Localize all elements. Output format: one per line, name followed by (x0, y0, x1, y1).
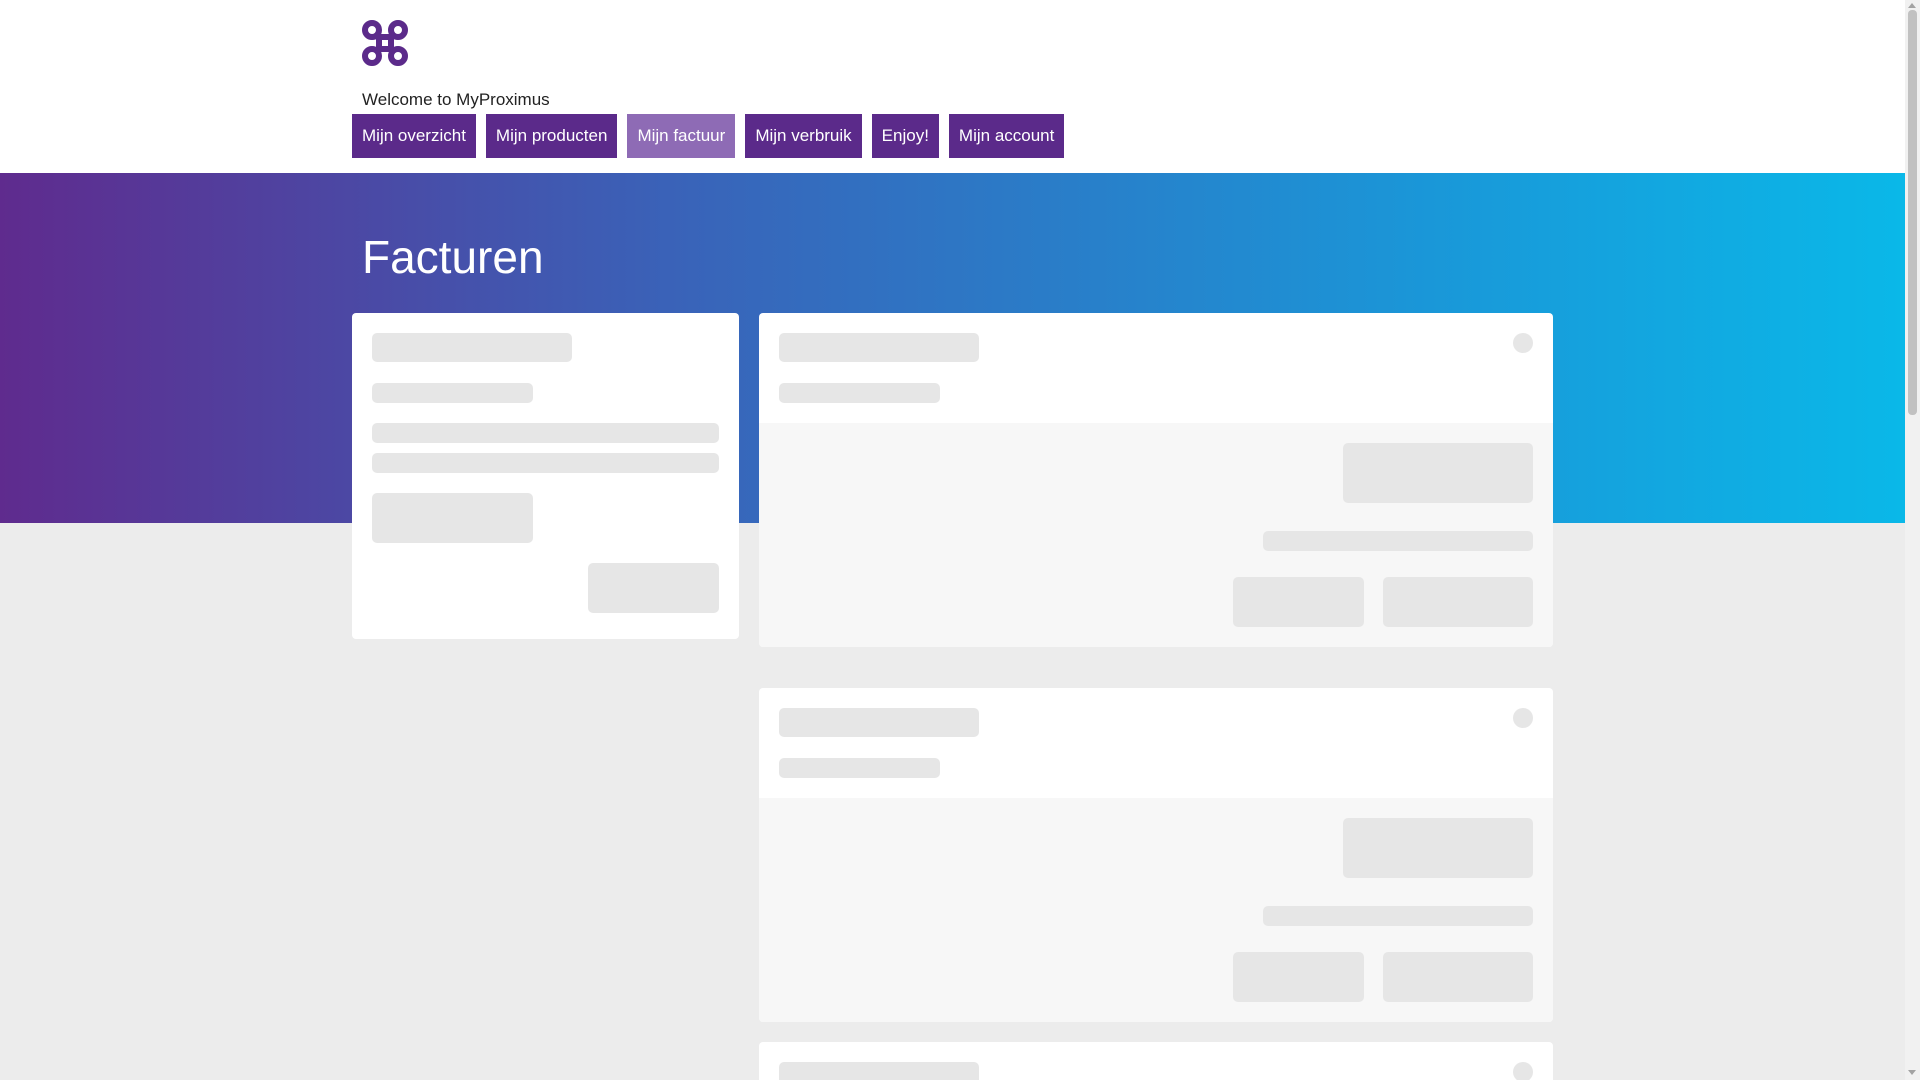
main-nav: Mijn overzicht Mijn producten Mijn factu… (352, 114, 1065, 158)
skeleton-button (1383, 952, 1533, 1002)
invoice-card-skeleton (759, 688, 1553, 1022)
skeleton-amount (1343, 818, 1533, 878)
status-dot (1513, 708, 1533, 728)
skeleton-line (1263, 906, 1533, 926)
nav-item-mijn-overzicht[interactable]: Mijn overzicht (352, 114, 476, 158)
skeleton-subtitle (779, 758, 940, 778)
page-title: Facturen (362, 231, 544, 283)
page: Welcome to MyProximus Mijn overzicht Mij… (0, 0, 1905, 1080)
nav-item-mijn-factuur[interactable]: Mijn factuur (627, 114, 736, 158)
skeleton-button (1233, 952, 1364, 1002)
status-dot (1513, 333, 1533, 353)
scrollbar-thumb[interactable] (1908, 10, 1917, 415)
invoice-card-skeleton (759, 1042, 1553, 1080)
skeleton-line (1263, 531, 1533, 551)
scroll-down-arrow-icon[interactable] (1908, 1070, 1916, 1075)
nav-item-mijn-producten[interactable]: Mijn producten (485, 114, 618, 158)
skeleton-subtitle (779, 383, 940, 403)
nav-item-mijn-verbruik[interactable]: Mijn verbruik (745, 114, 862, 158)
skeleton-title (372, 333, 572, 362)
scroll-up-arrow-icon[interactable] (1908, 3, 1916, 8)
invoice-card-footer (759, 423, 1553, 647)
skeleton-title (779, 1062, 979, 1080)
proximus-logo-icon[interactable] (361, 19, 409, 67)
skeleton-amount (372, 493, 533, 543)
vertical-scrollbar[interactable] (1905, 0, 1920, 1080)
skeleton-line (372, 453, 719, 473)
skeleton-title (779, 708, 979, 737)
skeleton-amount (1343, 443, 1533, 503)
skeleton-title (779, 333, 979, 362)
welcome-text: Welcome to MyProximus (362, 90, 550, 109)
nav-item-enjoy[interactable]: Enjoy! (871, 114, 939, 158)
skeleton-line (372, 423, 719, 443)
invoice-card-skeleton (759, 313, 1553, 647)
status-dot (1513, 1062, 1533, 1080)
skeleton-button (1233, 577, 1364, 627)
invoice-card-footer (759, 798, 1553, 1022)
summary-card-skeleton (352, 313, 739, 639)
skeleton-button (588, 563, 719, 613)
site-header: Welcome to MyProximus Mijn overzicht Mij… (0, 0, 1905, 173)
nav-item-mijn-account[interactable]: Mijn account (948, 114, 1065, 158)
skeleton-button (1383, 577, 1533, 627)
skeleton-subtitle (372, 383, 533, 403)
